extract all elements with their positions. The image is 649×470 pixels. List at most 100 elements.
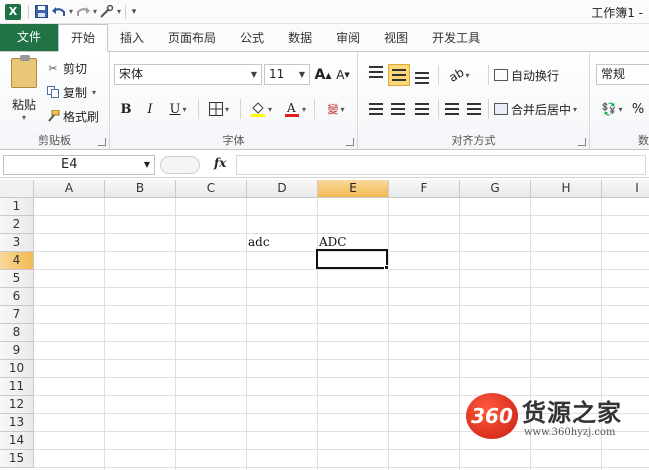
align-left-button[interactable] — [366, 98, 386, 120]
borders-button[interactable]: ▾ — [204, 98, 234, 120]
font-color-button[interactable]: A ▾ — [280, 98, 310, 120]
watermark-logo: 360 — [466, 393, 518, 439]
fill-handle[interactable] — [384, 265, 389, 270]
column-header-e[interactable]: E — [318, 180, 389, 198]
name-box[interactable]: E4 ▼ — [3, 155, 155, 175]
align-right-icon — [415, 103, 429, 115]
grow-font-button[interactable]: A ▲ — [314, 64, 332, 86]
customize-tools-icon[interactable]: ▾ — [98, 2, 122, 22]
align-bottom-button[interactable] — [412, 64, 432, 86]
merge-center-button[interactable]: 合并后居中 ▾ — [494, 98, 586, 120]
undo-dropdown-icon[interactable]: ▾ — [69, 7, 73, 16]
clipboard-group-label: 剪贴板 — [38, 134, 71, 147]
accounting-format-button[interactable]: 💱 ▾ — [598, 98, 626, 120]
column-header-d[interactable]: D — [247, 180, 318, 198]
align-center-button[interactable] — [388, 98, 408, 120]
undo-icon[interactable]: ▾ — [50, 2, 74, 22]
chevron-down-icon[interactable]: ▼ — [299, 65, 305, 84]
orientation-button[interactable]: ab ▾ — [444, 64, 474, 86]
column-header-a[interactable]: A — [34, 180, 105, 198]
row-header-11[interactable]: 11 — [0, 378, 34, 396]
quick-access-menu-icon[interactable]: ▾ — [129, 2, 139, 22]
row-header-14[interactable]: 14 — [0, 432, 34, 450]
chevron-down-icon[interactable]: ▼ — [251, 65, 257, 84]
phonetic-guide-button[interactable]: 變 ▾ — [320, 98, 352, 120]
align-middle-button[interactable] — [388, 64, 410, 86]
redo-dropdown-icon[interactable]: ▾ — [93, 7, 97, 16]
tab-review[interactable]: 审阅 — [324, 25, 372, 51]
save-icon[interactable] — [32, 2, 50, 22]
paste-dropdown-icon[interactable]: ▾ — [6, 113, 42, 122]
tab-home[interactable]: 开始 — [58, 24, 109, 52]
fill-color-button[interactable]: ▾ — [246, 98, 276, 120]
tab-developer[interactable]: 开发工具 — [420, 25, 492, 51]
copy-dropdown-icon[interactable]: ▾ — [92, 88, 96, 97]
row-header-2[interactable]: 2 — [0, 216, 34, 234]
align-middle-icon — [392, 69, 406, 81]
format-painter-button[interactable]: 格式刷 — [46, 106, 99, 126]
formula-input[interactable] — [236, 155, 646, 175]
bold-button[interactable]: B — [116, 98, 136, 120]
row-header-3[interactable]: 3 — [0, 234, 34, 252]
column-header-i[interactable]: I — [602, 180, 649, 198]
wrap-text-button[interactable]: 自动换行 — [494, 64, 564, 86]
window-title: 工作簿1 - — [591, 6, 643, 20]
row-header-1[interactable]: 1 — [0, 198, 34, 216]
font-size-combo[interactable]: 11 ▼ — [264, 64, 310, 85]
percent-button[interactable]: % — [630, 98, 646, 120]
row-header-7[interactable]: 7 — [0, 306, 34, 324]
row-header-15[interactable]: 15 — [0, 450, 34, 468]
clipboard-launcher-icon[interactable] — [98, 138, 106, 146]
font-launcher-icon[interactable] — [346, 138, 354, 146]
watermark-url: www.360hyzj.com — [524, 427, 616, 438]
paste-button[interactable]: 粘贴 ▾ — [6, 55, 42, 126]
font-color-icon: A — [284, 101, 299, 117]
tab-file[interactable]: 文件 — [0, 24, 58, 51]
active-cell-e4[interactable] — [316, 249, 388, 269]
cut-button[interactable]: ✂ 剪切 — [46, 58, 87, 78]
row-header-9[interactable]: 9 — [0, 342, 34, 360]
clipboard-icon — [11, 55, 37, 88]
tab-formulas[interactable]: 公式 — [228, 25, 276, 51]
underline-button[interactable]: U ▾ — [164, 98, 192, 120]
alignment-launcher-icon[interactable] — [578, 138, 586, 146]
formula-bar: E4 ▼ fx — [0, 152, 649, 178]
column-header-h[interactable]: H — [531, 180, 602, 198]
font-group: 宋体 ▼ 11 ▼ A ▲ A ▼ B I U ▾ ▾ ▾ A ▾ 變 ▾ 字体 — [110, 52, 358, 150]
select-all-button[interactable] — [0, 180, 34, 198]
increase-indent-button[interactable] — [464, 98, 484, 120]
tab-insert[interactable]: 插入 — [108, 25, 156, 51]
title-bar: X ▾ ▾ ▾ ▾ 工作簿1 - — [0, 0, 649, 24]
tab-data[interactable]: 数据 — [276, 25, 324, 51]
quick-access-toolbar: X ▾ ▾ ▾ ▾ — [0, 0, 139, 24]
row-header-4[interactable]: 4 — [0, 252, 34, 270]
number-format-combo[interactable]: 常规 — [596, 64, 649, 85]
separator — [125, 4, 126, 19]
align-top-button[interactable] — [366, 64, 386, 86]
column-header-b[interactable]: B — [105, 180, 176, 198]
row-header-13[interactable]: 13 — [0, 414, 34, 432]
tab-view[interactable]: 视图 — [372, 25, 420, 51]
row-header-10[interactable]: 10 — [0, 360, 34, 378]
decrease-indent-button[interactable] — [442, 98, 462, 120]
row-header-5[interactable]: 5 — [0, 270, 34, 288]
chevron-down-icon[interactable]: ▼ — [144, 156, 150, 174]
align-right-button[interactable] — [412, 98, 432, 120]
row-header-6[interactable]: 6 — [0, 288, 34, 306]
font-name-combo[interactable]: 宋体 ▼ — [114, 64, 262, 85]
excel-logo-icon[interactable]: X — [5, 3, 21, 20]
alignment-group: ab ▾ 自动换行 合并后居中 ▾ 对齐方式 — [358, 52, 590, 150]
column-header-g[interactable]: G — [460, 180, 531, 198]
cell-d3[interactable]: adc — [248, 234, 270, 251]
column-header-c[interactable]: C — [176, 180, 247, 198]
column-header-f[interactable]: F — [389, 180, 460, 198]
italic-button[interactable]: I — [140, 98, 160, 120]
row-header-8[interactable]: 8 — [0, 324, 34, 342]
shrink-font-button[interactable]: A ▼ — [334, 64, 352, 86]
redo-icon[interactable]: ▾ — [74, 2, 98, 22]
row-header-12[interactable]: 12 — [0, 396, 34, 414]
tab-page-layout[interactable]: 页面布局 — [156, 25, 228, 51]
align-bottom-icon — [415, 72, 429, 84]
insert-function-icon[interactable]: fx — [214, 156, 226, 170]
copy-button[interactable]: 复制 ▾ — [46, 82, 96, 102]
